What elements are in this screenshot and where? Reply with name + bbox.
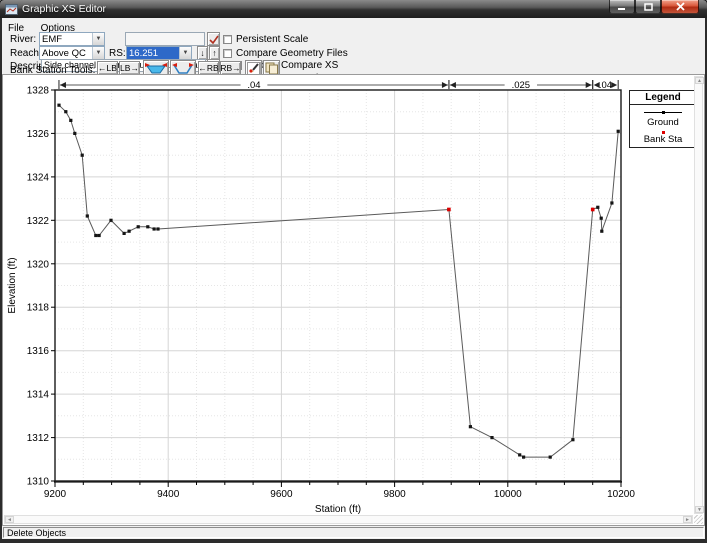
svg-text:Elevation (ft): Elevation (ft) <box>7 257 18 313</box>
resize-grip[interactable] <box>694 515 703 524</box>
graphic-xs-editor-window: Graphic XS Editor File Options River: EM… <box>0 0 707 543</box>
scroll-left-icon[interactable]: ◄ <box>5 516 14 523</box>
plot-area: .04.025.04920094009600980010000102001310… <box>2 74 705 526</box>
vertical-scrollbar[interactable]: ▲ ▼ <box>694 76 703 514</box>
rs-next-button[interactable]: ↑ <box>209 46 220 60</box>
maximize-button[interactable] <box>635 0 661 14</box>
svg-text:10000: 10000 <box>494 489 522 500</box>
rs-previous-button[interactable]: ↓ <box>197 46 208 60</box>
svg-text:1312: 1312 <box>27 433 50 444</box>
check-icon <box>209 35 219 44</box>
river-combobox[interactable]: EMF ▼ <box>39 32 105 46</box>
scroll-down-icon[interactable]: ▼ <box>695 506 704 513</box>
svg-text:1314: 1314 <box>27 390 50 401</box>
rs-combobox[interactable]: 16.251 ▼ <box>126 46 192 60</box>
legend-title: Legend <box>630 91 696 105</box>
svg-text:9600: 9600 <box>270 489 293 500</box>
svg-text:1316: 1316 <box>27 346 50 357</box>
scroll-right-icon[interactable]: ► <box>683 516 692 523</box>
toolbar-blank-field <box>125 32 205 46</box>
compare-geometry-files-checkbox[interactable]: Compare Geometry Files <box>223 48 348 59</box>
minimize-button[interactable] <box>609 0 635 14</box>
legend: Legend Ground Bank Sta <box>629 90 697 148</box>
legend-ground-label: Ground <box>630 117 696 128</box>
cross-section-chart[interactable]: .04.025.04920094009600980010000102001310… <box>3 75 704 525</box>
reach-label: Reach: <box>10 48 42 59</box>
scroll-up-icon[interactable]: ▲ <box>695 77 704 84</box>
horizontal-scrollbar[interactable]: ◄ ► <box>4 515 693 524</box>
reach-value: Above QC <box>40 47 92 59</box>
rs-label: RS: <box>109 48 126 59</box>
svg-text:1324: 1324 <box>27 172 50 183</box>
svg-text:Station (ft): Station (ft) <box>315 504 361 515</box>
svg-text:1318: 1318 <box>27 303 50 314</box>
rs-value: 16.251 <box>127 47 179 59</box>
svg-text:1326: 1326 <box>27 129 50 140</box>
svg-text:1320: 1320 <box>27 259 50 270</box>
status-message: Delete Objects <box>3 527 704 538</box>
client-area: File Options River: EMF ▼ Persistent Sca… <box>2 18 705 539</box>
channel-banks-out-icon <box>171 62 195 75</box>
chevron-down-icon[interactable]: ▼ <box>92 33 104 45</box>
move-right-bank-left-button[interactable]: ←RB <box>198 61 219 75</box>
checkbox-box[interactable] <box>223 49 232 58</box>
legend-ground-marker <box>630 108 696 117</box>
river-value: EMF <box>40 33 92 45</box>
legend-bank-label: Bank Sta <box>630 134 696 145</box>
menu-bar: File Options <box>2 18 705 31</box>
chevron-down-icon[interactable]: ▼ <box>179 47 191 59</box>
channel-banks-in-icon <box>144 62 168 75</box>
window-title: Graphic XS Editor <box>22 3 106 15</box>
move-left-bank-right-button[interactable]: LB→ <box>119 61 140 75</box>
checkbox-box[interactable] <box>223 35 232 44</box>
app-icon <box>5 4 18 15</box>
persistent-scale-checkbox[interactable]: Persistent Scale <box>223 34 308 45</box>
title-bar[interactable]: Graphic XS Editor <box>0 0 707 18</box>
chevron-down-icon[interactable]: ▼ <box>92 47 104 59</box>
svg-text:9200: 9200 <box>44 489 67 500</box>
svg-text:1310: 1310 <box>27 477 50 488</box>
svg-text:9400: 9400 <box>157 489 180 500</box>
river-label: River: <box>10 34 36 45</box>
status-bar: Delete Objects <box>2 526 705 539</box>
svg-text:1322: 1322 <box>27 216 50 227</box>
apply-check-button[interactable] <box>207 32 220 46</box>
reach-combobox[interactable]: Above QC ▼ <box>39 46 105 60</box>
svg-text:10200: 10200 <box>607 489 635 500</box>
svg-text:1328: 1328 <box>27 86 50 97</box>
move-left-bank-left-button[interactable]: ←LB <box>97 61 118 75</box>
close-button[interactable] <box>661 0 699 14</box>
svg-text:9800: 9800 <box>383 489 406 500</box>
